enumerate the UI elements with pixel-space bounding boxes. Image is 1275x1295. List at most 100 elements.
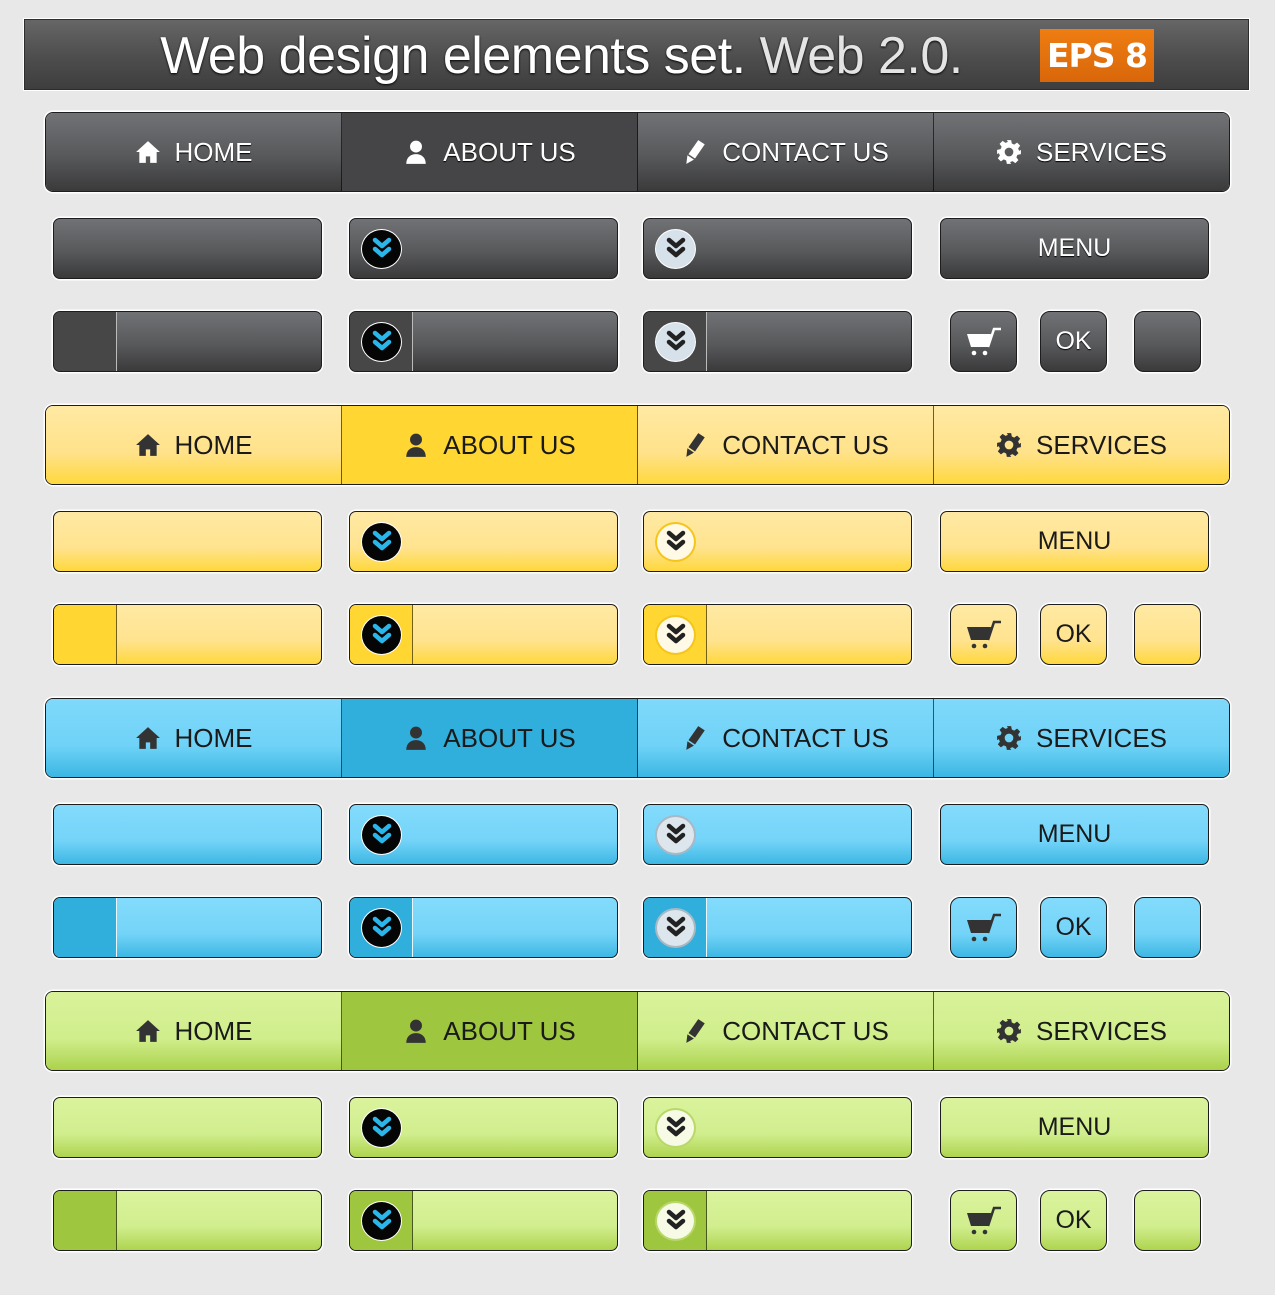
segmented-bar-button[interactable]	[53, 897, 322, 958]
nav-item-about-us[interactable]: ABOUT US	[342, 699, 638, 777]
menu-label: MENU	[1037, 527, 1112, 555]
user-icon	[406, 1019, 427, 1043]
cart-icon	[966, 913, 1001, 941]
segmented-dropdown-light-circle[interactable]	[643, 1190, 912, 1251]
nav-item-contact-us[interactable]: CONTACT US	[638, 113, 934, 191]
cart-button[interactable]	[950, 1190, 1017, 1251]
segmented-bar-button[interactable]	[53, 311, 322, 372]
pencil-icon	[686, 726, 705, 750]
segmented-dropdown-light-circle[interactable]	[643, 311, 912, 372]
nav-item-about-us[interactable]: ABOUT US	[342, 406, 638, 484]
gear-icon	[997, 726, 1021, 750]
ok-button[interactable]: OK	[1040, 1190, 1107, 1251]
ok-button[interactable]: OK	[1040, 897, 1107, 958]
ok-label: OK	[1055, 327, 1092, 355]
nav-bar: HOME ABOUT US CONTACT US SERVICES	[45, 698, 1230, 778]
nav-label: CONTACT US	[722, 136, 889, 167]
nav-item-services[interactable]: SERVICES	[934, 699, 1229, 777]
chevron-down-double-icon	[655, 1201, 696, 1241]
chevron-down-double-icon	[361, 1108, 402, 1148]
segmented-dropdown-light-circle[interactable]	[643, 897, 912, 958]
gear-icon	[997, 140, 1021, 164]
banner-title-light: Web 2.0.	[759, 27, 964, 85]
plain-bar-button[interactable]	[53, 1097, 322, 1158]
segmented-dropdown-dark-circle[interactable]	[349, 897, 618, 958]
pencil-icon	[686, 1019, 705, 1043]
dropdown-bar-dark-circle[interactable]	[349, 218, 618, 279]
nav-item-services[interactable]: SERVICES	[934, 113, 1229, 191]
button-set-dark: HOME ABOUT US CONTACT US SERVICES MENU O…	[0, 112, 1275, 405]
plain-bar-button[interactable]	[53, 218, 322, 279]
plain-bar-button[interactable]	[53, 511, 322, 572]
button-set-green: HOME ABOUT US CONTACT US SERVICES MENU O…	[0, 991, 1275, 1284]
dropdown-bar-dark-circle[interactable]	[349, 1097, 618, 1158]
blank-square-button[interactable]	[1134, 1190, 1201, 1251]
segmented-dropdown-dark-circle[interactable]	[349, 604, 618, 665]
nav-bar: HOME ABOUT US CONTACT US SERVICES	[45, 991, 1230, 1071]
chevron-down-double-icon	[361, 322, 402, 362]
segmented-dropdown-dark-circle[interactable]	[349, 311, 618, 372]
chevron-down-double-icon	[361, 615, 402, 655]
nav-item-home[interactable]: HOME	[46, 699, 342, 777]
dropdown-bar-dark-circle[interactable]	[349, 804, 618, 865]
menu-button[interactable]: MENU	[940, 1097, 1209, 1158]
dropdown-bar-dark-circle[interactable]	[349, 511, 618, 572]
cart-icon	[966, 1206, 1001, 1234]
dropdown-bar-light-circle[interactable]	[643, 1097, 912, 1158]
nav-label: HOME	[174, 722, 253, 753]
home-icon	[135, 434, 160, 456]
ok-button[interactable]: OK	[1040, 311, 1107, 372]
user-icon	[406, 726, 427, 750]
nav-item-home[interactable]: HOME	[46, 406, 342, 484]
dropdown-bar-light-circle[interactable]	[643, 804, 912, 865]
title-banner: Web design elements set. Web 2.0. EPS 8	[24, 19, 1249, 90]
home-icon	[135, 141, 160, 163]
bar-left-segment	[54, 312, 117, 371]
nav-item-home[interactable]: HOME	[46, 113, 342, 191]
bar-left-segment	[54, 898, 117, 957]
nav-bar: HOME ABOUT US CONTACT US SERVICES	[45, 112, 1230, 192]
cart-icon	[966, 620, 1001, 648]
user-icon	[406, 433, 427, 457]
nav-label: ABOUT US	[443, 136, 576, 167]
cart-button[interactable]	[950, 897, 1017, 958]
nav-label: HOME	[174, 1015, 253, 1046]
plain-bar-button[interactable]	[53, 804, 322, 865]
cart-icon	[966, 327, 1001, 355]
pencil-icon	[686, 140, 705, 164]
eps-badge: EPS 8	[1040, 29, 1154, 82]
ok-button[interactable]: OK	[1040, 604, 1107, 665]
blank-square-button[interactable]	[1134, 604, 1201, 665]
dropdown-bar-light-circle[interactable]	[643, 511, 912, 572]
cart-button[interactable]	[950, 604, 1017, 665]
nav-item-services[interactable]: SERVICES	[934, 992, 1229, 1070]
segmented-dropdown-dark-circle[interactable]	[349, 1190, 618, 1251]
segmented-bar-button[interactable]	[53, 604, 322, 665]
user-icon	[406, 140, 427, 164]
nav-item-contact-us[interactable]: CONTACT US	[638, 992, 934, 1070]
chevron-down-double-icon	[361, 908, 402, 948]
chevron-down-double-icon	[655, 815, 696, 855]
menu-label: MENU	[1037, 234, 1112, 262]
blank-square-button[interactable]	[1134, 311, 1201, 372]
nav-item-services[interactable]: SERVICES	[934, 406, 1229, 484]
nav-item-about-us[interactable]: ABOUT US	[342, 113, 638, 191]
chevron-down-double-icon	[655, 229, 696, 269]
dropdown-bar-light-circle[interactable]	[643, 218, 912, 279]
menu-label: MENU	[1037, 820, 1112, 848]
menu-label: MENU	[1037, 1113, 1112, 1141]
menu-button[interactable]: MENU	[940, 511, 1209, 572]
segmented-bar-button[interactable]	[53, 1190, 322, 1251]
nav-label: CONTACT US	[722, 429, 889, 460]
nav-item-about-us[interactable]: ABOUT US	[342, 992, 638, 1070]
nav-item-contact-us[interactable]: CONTACT US	[638, 406, 934, 484]
nav-item-home[interactable]: HOME	[46, 992, 342, 1070]
blank-square-button[interactable]	[1134, 897, 1201, 958]
nav-item-contact-us[interactable]: CONTACT US	[638, 699, 934, 777]
segmented-dropdown-light-circle[interactable]	[643, 604, 912, 665]
menu-button[interactable]: MENU	[940, 218, 1209, 279]
chevron-down-double-icon	[655, 522, 696, 562]
cart-button[interactable]	[950, 311, 1017, 372]
bar-left-segment	[54, 605, 117, 664]
menu-button[interactable]: MENU	[940, 804, 1209, 865]
